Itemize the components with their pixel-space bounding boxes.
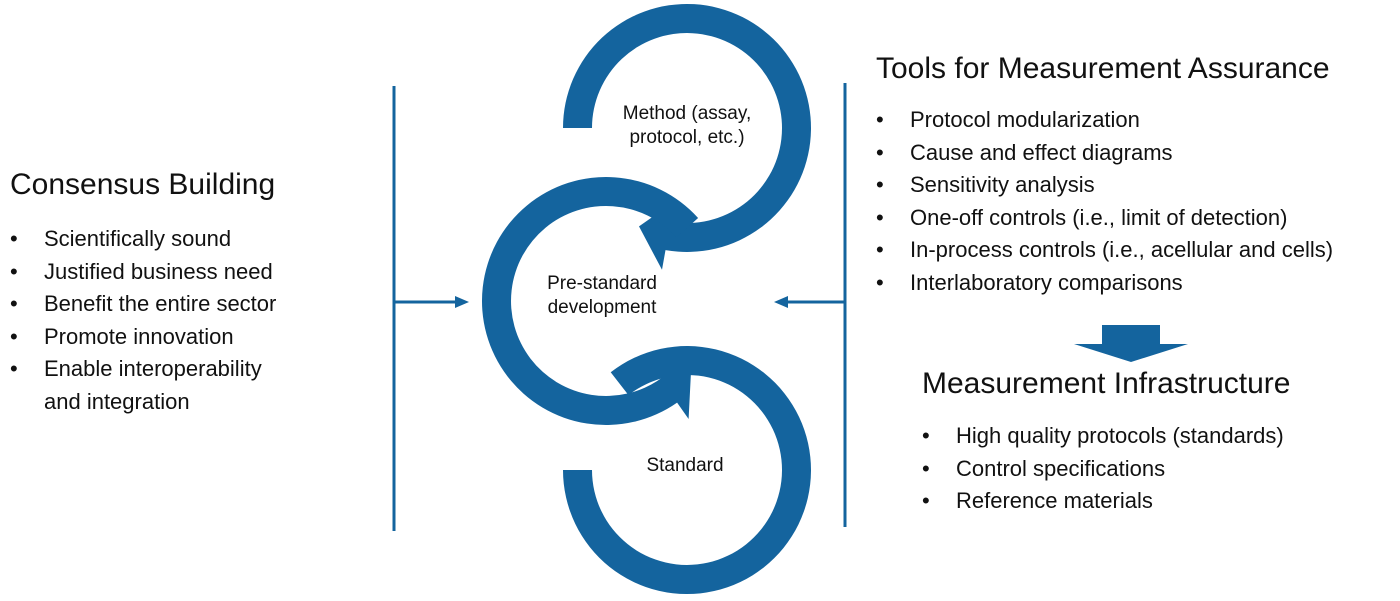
list-item: Interlaboratory comparisons: [876, 267, 1333, 300]
node-method-line2: protocol, etc.): [629, 127, 745, 148]
node-prestandard-line2: development: [547, 297, 657, 318]
list-item: Reference materials: [922, 485, 1284, 518]
tools-list: Protocol modularization Cause and effect…: [876, 104, 1333, 299]
tools-title: Tools for Measurement Assurance: [876, 52, 1330, 85]
list-item: Protocol modularization: [876, 104, 1333, 137]
arrow-right-icon: [394, 296, 469, 308]
list-item: High quality protocols (standards): [922, 420, 1284, 453]
arrow-down-icon: [1074, 325, 1188, 362]
list-item: In-process controls (i.e., acellular and…: [876, 234, 1333, 267]
node-method-line1: Method (assay,: [622, 103, 752, 124]
node-method: Method (assay, protocol, etc.): [587, 102, 787, 150]
node-prestandard: Pre-standard development: [502, 272, 702, 320]
node-standard-line1: Standard: [646, 455, 724, 476]
list-item: One-off controls (i.e., limit of detecti…: [876, 202, 1333, 235]
list-item: Control specifications: [922, 453, 1284, 486]
arrow-left-icon: [774, 296, 845, 308]
list-item: Sensitivity analysis: [876, 169, 1333, 202]
list-item: Cause and effect diagrams: [876, 137, 1333, 170]
node-standard: Standard: [585, 454, 785, 478]
infrastructure-title: Measurement Infrastructure: [922, 367, 1291, 400]
infrastructure-list: High quality protocols (standards) Contr…: [922, 420, 1284, 518]
node-prestandard-line1: Pre-standard: [547, 273, 657, 294]
